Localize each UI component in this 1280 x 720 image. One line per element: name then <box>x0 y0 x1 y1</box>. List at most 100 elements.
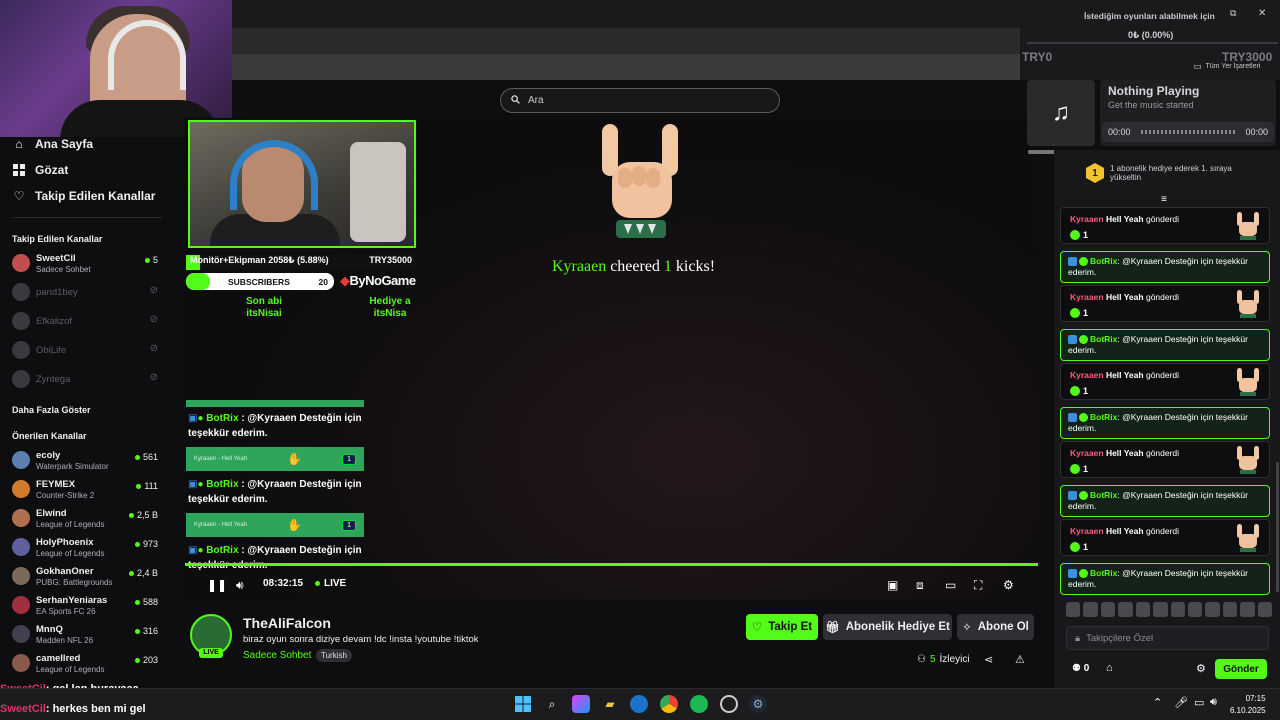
viewer-count: 2,4 B <box>128 568 158 578</box>
recommended-channel[interactable]: ecoly Waterpark Simulator 561 <box>12 449 162 477</box>
chat-username: Kyraaen <box>1070 526 1104 536</box>
miniplayer-button[interactable]: ▣ <box>887 578 898 592</box>
chat-scrollbar[interactable] <box>1276 462 1279 592</box>
pause-button[interactable]: ❚❚ <box>207 578 227 592</box>
fullscreen-button[interactable]: ⛶ <box>974 578 982 593</box>
followed-channel[interactable]: SweetCil Sadece Sohbet 5 <box>12 252 162 280</box>
kick-coin-icon <box>1070 542 1080 552</box>
obs-icon[interactable] <box>720 695 738 713</box>
spotify-icon[interactable] <box>690 695 708 713</box>
gift-verb: gönderdi <box>1145 526 1180 536</box>
volume-button[interactable]: 🔊︎ <box>236 578 244 593</box>
recommended-channel[interactable]: Elwind League of Legends 2,5 B <box>12 507 162 535</box>
bookmarks-link[interactable]: ▭ Tüm Yer İşaretleri <box>1193 61 1260 72</box>
theater-button[interactable]: ▭ <box>945 578 956 592</box>
recommended-channel[interactable]: SerhanYeniaras EA Sports FC 26 588 <box>12 594 162 622</box>
goal-target: TRY35000 <box>369 255 412 265</box>
chat-gift-message: Kyraaen Hell Yeah gönderdi 1 <box>1060 285 1270 322</box>
subs-label: SUBSCRIBERS <box>228 276 290 287</box>
recommended-channel[interactable]: GokhanOner PUBG: Battlegrounds 2,4 B <box>12 565 162 593</box>
streamer-name[interactable]: TheAliFalcon <box>243 615 331 631</box>
recommended-channel[interactable]: camellred League of Legends 203 <box>12 652 162 680</box>
share-button[interactable]: ⋖ <box>984 653 993 666</box>
clock[interactable]: 07:15 6.10.2025 <box>1230 693 1266 717</box>
goal-progress-track <box>1027 42 1278 44</box>
gift-count: 1 <box>1083 230 1089 240</box>
kick-coin-icon <box>1070 230 1080 240</box>
verified-icon <box>1079 335 1088 345</box>
settings-button[interactable]: ⚙ <box>1003 578 1014 592</box>
chat-username: BotRix <box>1090 412 1118 422</box>
followed-channel[interactable]: Zyntega ⊘ <box>12 368 162 396</box>
steam-icon[interactable]: ⚙ <box>749 695 767 713</box>
goal-notice: İstediğim oyunları alabilmek için <box>1084 11 1215 21</box>
gift-name: Hell Yeah <box>1105 448 1144 458</box>
follow-button[interactable]: ♡ Takip Et <box>746 614 818 640</box>
search-icon[interactable]: ⌕ <box>543 695 561 713</box>
star-icon: ✧ <box>962 622 972 634</box>
recommended-title: Önerilen Kanallar <box>12 431 87 441</box>
stream-title: biraz oyun sonra diziye devam !dc !insta… <box>243 634 479 645</box>
rock-hand-icon <box>1237 524 1259 552</box>
gift-sub-button[interactable]: 🎁︎ Abonelik Hediye Et <box>823 614 952 640</box>
tray-chevron-icon[interactable]: ⌃ <box>1153 696 1162 709</box>
chat-username: Kyraaen <box>1070 448 1104 458</box>
nav-following-label: Takip Edilen Kanallar <box>35 189 156 203</box>
followed-channel[interactable]: pand1bey ⊘ <box>12 281 162 309</box>
gift-count: 1 <box>1083 464 1089 474</box>
bot-badge-icon <box>1068 413 1077 423</box>
network-icon[interactable]: ▭ <box>1194 696 1204 709</box>
followed-channel[interactable]: Efkalizof ⊘ <box>12 310 162 338</box>
streamer-webcam <box>0 0 232 137</box>
followed-channel[interactable]: ObiLife ⊘ <box>12 339 162 367</box>
chat-bot-message: BotRix: @Kyraaen Desteğin için teşekkür … <box>1060 563 1270 595</box>
chat-input[interactable]: 🔒︎ Takipçilere Özel <box>1066 626 1269 650</box>
clip-button[interactable]: ⧈ <box>916 578 924 593</box>
nav-browse[interactable]: Gözat <box>12 163 68 177</box>
nav-following[interactable]: ♡ Takip Edilen Kanallar <box>12 189 156 203</box>
search-input[interactable]: Ara <box>500 88 780 113</box>
browse-icon <box>12 163 26 177</box>
copilot-icon[interactable] <box>572 695 590 713</box>
channel-name: pand1bey <box>36 287 78 298</box>
start-icon[interactable] <box>514 695 532 713</box>
search-icon <box>511 94 520 107</box>
gift-leaderboard[interactable]: 11 abonelik hediye ederek 1. sıraya yüks… <box>1086 163 1256 183</box>
offline-icon: ⊘ <box>149 314 158 325</box>
edge-icon[interactable] <box>630 695 648 713</box>
gift-name: Hell Yeah <box>1105 292 1144 302</box>
recommended-channel[interactable]: MnnQ Madden NFL 26 316 <box>12 623 162 651</box>
show-more-link[interactable]: Daha Fazla Göster <box>12 405 91 415</box>
recommended-channel[interactable]: HolyPhoenix League of Legends 973 <box>12 536 162 564</box>
language-tag[interactable]: Turkish <box>316 649 352 662</box>
goal-progress: 0₺ (0.00%) <box>1128 30 1174 40</box>
microphone-icon[interactable]: 🎤︎ <box>1174 696 1188 709</box>
recommended-channel[interactable]: FEYMEX Counter-Strike 2 111 <box>12 478 162 506</box>
store-button[interactable]: ⌂ <box>1106 662 1113 674</box>
file-explorer-icon[interactable]: ▰ <box>601 695 619 713</box>
overlay-chat-line: ▣● BotRix : @Kyraaen Desteğin için teşek… <box>188 545 362 571</box>
report-button[interactable]: ⚠ <box>1015 653 1025 666</box>
gift-verb: gönderdi <box>1145 214 1180 224</box>
offline-icon: ⊘ <box>149 372 158 383</box>
bot-badge-icon <box>1068 257 1077 267</box>
verified-icon <box>1079 257 1088 267</box>
stream-category[interactable]: Sadece Sohbet <box>243 650 311 661</box>
emote-bar[interactable] <box>1066 602 1273 620</box>
chat-filter-icon[interactable]: ≡ <box>1161 194 1167 205</box>
search-placeholder: Ara <box>528 95 544 106</box>
subscribe-button[interactable]: ✧ Abone Ol <box>957 614 1034 640</box>
chrome-icon[interactable] <box>660 695 678 713</box>
send-button[interactable]: Gönder <box>1215 659 1267 679</box>
channel-name: SweetCil <box>36 253 76 264</box>
points-counter[interactable]: ⚉ 0 <box>1072 663 1089 674</box>
close-icon[interactable]: ✕ <box>1258 8 1266 19</box>
pause-icon: ❚❚ <box>207 578 228 592</box>
restore-icon[interactable]: ⧉ <box>1230 8 1236 19</box>
chat-settings-button[interactable]: ⚙ <box>1196 662 1206 675</box>
kick-coin-icon <box>1070 308 1080 318</box>
volume-icon[interactable]: 🔊︎ <box>1210 696 1217 709</box>
avatar <box>12 625 30 643</box>
playback-progress[interactable] <box>185 563 1038 566</box>
nav-home[interactable]: ⌂ Ana Sayfa <box>12 137 93 151</box>
